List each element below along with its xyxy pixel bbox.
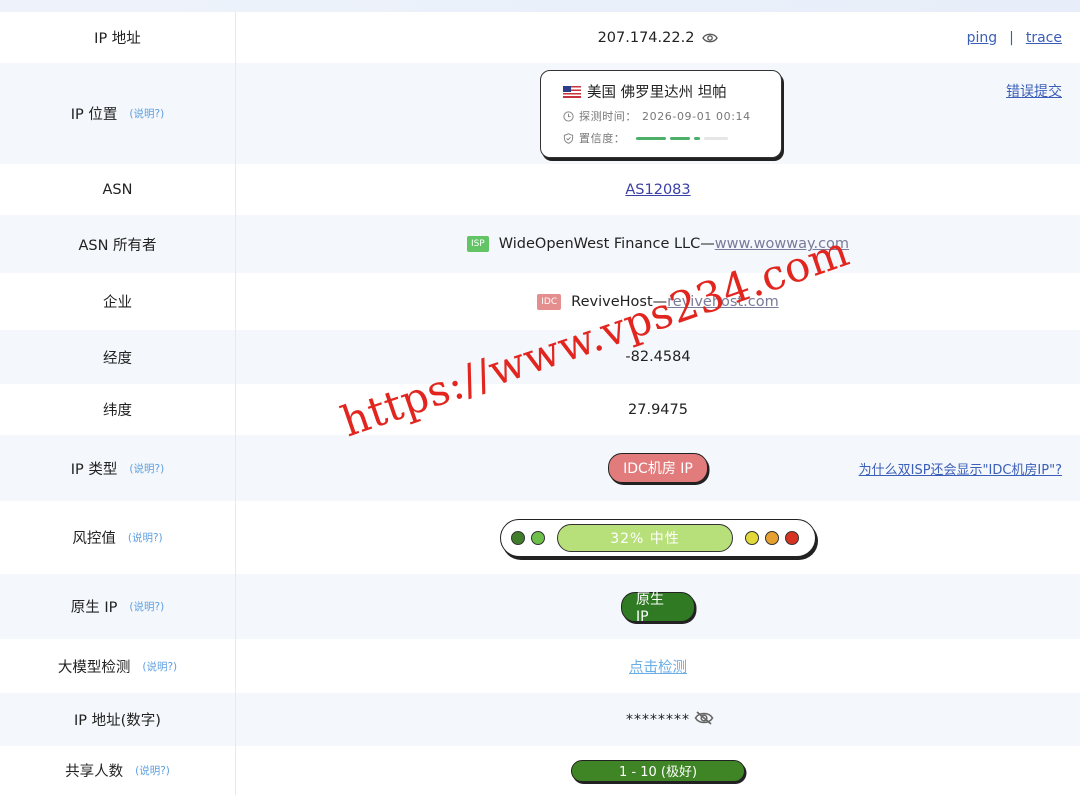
native-ip-badge: 原生 IP <box>621 591 695 625</box>
label-text: 风控值 <box>72 531 116 547</box>
confidence-line: 置信度： <box>563 130 781 146</box>
row-value: ******** <box>236 693 1080 746</box>
row-label: 原生 IP (说明?) <box>0 574 236 639</box>
label-text: 共享人数 <box>65 764 124 780</box>
row-value: 32% 中性 <box>236 501 1080 574</box>
row-longitude: 经度 -82.4584 <box>0 330 1080 384</box>
row-ip-address: IP 地址 207.174.22.2 ping | trace <box>0 12 1080 63</box>
row-shared-users: 共享人数 (说明?) 1 - 10 (极好) <box>0 746 1080 795</box>
row-value: AS12083 <box>236 164 1080 215</box>
row-asn-owner: ASN 所有者 ISP WideOpenWest Finance LLC— ww… <box>0 215 1080 273</box>
ip-value: 207.174.22.2 <box>597 29 695 46</box>
shield-check-icon <box>563 132 574 144</box>
row-value: -82.4584 <box>236 330 1080 384</box>
row-label: 企业 <box>0 273 236 330</box>
asn-link[interactable]: AS12083 <box>625 182 690 198</box>
help-link[interactable]: (说明?) <box>142 659 177 674</box>
row-label: 共享人数 (说明?) <box>0 746 236 795</box>
shared-users-badge: 1 - 10 (极好) <box>571 759 745 782</box>
company-name: ReviveHost— <box>571 293 668 310</box>
latitude-value: 27.9475 <box>628 401 688 418</box>
report-error-link[interactable]: 错误提交 <box>1006 81 1062 101</box>
label-text: 原生 IP <box>70 600 118 616</box>
row-value: 27.9475 <box>236 384 1080 435</box>
row-value: IDC机房 IP 为什么双ISP还会显示"IDC机房IP"? <box>236 435 1080 501</box>
row-label: IP 地址 <box>0 12 236 63</box>
row-value: 1 - 10 (极好) <box>236 746 1080 795</box>
eye-off-icon[interactable] <box>694 710 714 730</box>
detect-label: 探测时间： <box>579 110 637 123</box>
trace-link[interactable]: trace <box>1026 30 1062 46</box>
longitude-value: -82.4584 <box>625 349 691 365</box>
row-ip-location: IP 位置 (说明?) 美国 佛罗里达州 坦帕 探测时间： 2026-09-01… <box>0 63 1080 164</box>
row-label: ASN 所有者 <box>0 215 236 273</box>
risk-dot <box>785 530 799 545</box>
clock-icon <box>563 110 574 122</box>
help-link[interactable]: (说明?) <box>129 599 164 614</box>
confidence-bar <box>636 136 729 140</box>
owner-site-link[interactable]: www.wowway.com <box>715 236 849 252</box>
row-label: 经度 <box>0 330 236 384</box>
ping-link[interactable]: ping <box>967 30 998 46</box>
row-native-ip: 原生 IP (说明?) 原生 IP <box>0 574 1080 639</box>
tool-separator: | <box>1009 29 1014 46</box>
row-latitude: 纬度 27.9475 <box>0 384 1080 435</box>
row-value: 点击检测 <box>236 639 1080 693</box>
company-site-link[interactable]: revivehost.com <box>667 294 779 310</box>
help-link[interactable]: (说明?) <box>128 530 163 545</box>
risk-dot <box>765 530 779 545</box>
confidence-label: 置信度： <box>579 132 626 145</box>
location-card: 美国 佛罗里达州 坦帕 探测时间： 2026-09-01 00:14 置信度： <box>540 70 782 158</box>
row-value: 原生 IP <box>236 574 1080 639</box>
us-flag-icon <box>563 85 581 98</box>
idc-tag: IDC <box>537 293 562 310</box>
row-label: 纬度 <box>0 384 236 435</box>
row-value: IDC ReviveHost— revivehost.com <box>236 273 1080 330</box>
row-llm-detect: 大模型检测 (说明?) 点击检测 <box>0 639 1080 693</box>
location-text: 美国 佛罗里达州 坦帕 <box>587 85 727 101</box>
row-ip-numeric: IP 地址(数字) ******** <box>0 693 1080 746</box>
row-value: 207.174.22.2 ping | trace <box>236 12 1080 63</box>
click-detect-link[interactable]: 点击检测 <box>629 656 687 677</box>
label-text: IP 位置 <box>70 107 118 123</box>
risk-dot <box>531 530 545 545</box>
row-value: 美国 佛罗里达州 坦帕 探测时间： 2026-09-01 00:14 置信度： … <box>236 63 1080 164</box>
help-link[interactable]: (说明?) <box>129 106 164 121</box>
row-company: 企业 IDC ReviveHost— revivehost.com <box>0 273 1080 330</box>
eye-icon[interactable] <box>702 32 719 44</box>
row-label: IP 位置 (说明?) <box>0 63 236 164</box>
dual-isp-question-link[interactable]: 为什么双ISP还会显示"IDC机房IP"? <box>859 459 1062 478</box>
masked-value: ******** <box>626 711 690 728</box>
row-label: IP 地址(数字) <box>0 693 236 746</box>
risk-value-bar: 32% 中性 <box>557 523 733 552</box>
row-value: ISP WideOpenWest Finance LLC— www.wowway… <box>236 215 1080 273</box>
location-place: 美国 佛罗里达州 坦帕 <box>563 81 781 102</box>
detect-time-line: 探测时间： 2026-09-01 00:14 <box>563 108 781 124</box>
row-label: ASN <box>0 164 236 215</box>
risk-meter: 32% 中性 <box>500 518 816 557</box>
owner-name: WideOpenWest Finance LLC— <box>498 236 715 252</box>
row-label: IP 类型 (说明?) <box>0 435 236 501</box>
row-ip-type: IP 类型 (说明?) IDC机房 IP 为什么双ISP还会显示"IDC机房IP… <box>0 435 1080 501</box>
risk-dot <box>745 530 759 545</box>
tool-links: ping | trace <box>967 30 1062 46</box>
row-asn: ASN AS12083 <box>0 164 1080 215</box>
top-strip <box>0 0 1080 12</box>
detect-time: 2026-09-01 00:14 <box>642 109 751 123</box>
row-risk: 风控值 (说明?) 32% 中性 <box>0 501 1080 574</box>
help-link[interactable]: (说明?) <box>135 763 170 778</box>
isp-tag: ISP <box>466 236 489 252</box>
label-text: IP 类型 <box>70 461 118 478</box>
row-label: 风控值 (说明?) <box>0 501 236 574</box>
ip-type-badge: IDC机房 IP <box>608 453 708 483</box>
risk-dot <box>511 530 525 545</box>
label-text: 大模型检测 <box>57 659 131 676</box>
help-link[interactable]: (说明?) <box>129 461 164 476</box>
row-label: 大模型检测 (说明?) <box>0 639 236 693</box>
